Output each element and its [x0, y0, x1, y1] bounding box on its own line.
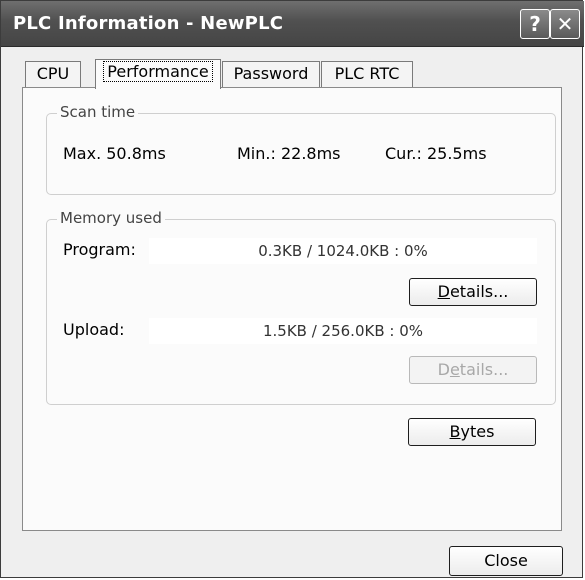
window-title: PLC Information - NewPLC [13, 13, 284, 34]
tab-password[interactable]: Password [222, 61, 320, 87]
tab-performance[interactable]: Performance [95, 59, 221, 89]
program-memory-value: 0.3KB / 1024.0KB : 0% [149, 238, 537, 264]
close-window-button[interactable]: ✕ [550, 9, 580, 39]
tab-cpu[interactable]: CPU [25, 61, 81, 87]
scan-cur-value: Cur.: 25.5ms [385, 144, 487, 163]
help-button[interactable]: ? [520, 9, 550, 39]
tab-label: Password [233, 64, 309, 83]
program-details-button[interactable]: Details... [409, 278, 537, 306]
bytes-button[interactable]: Bytes [408, 418, 536, 446]
plc-information-dialog: PLC Information - NewPLC ? ✕ CPU Perform… [0, 0, 584, 578]
memory-used-group: Memory used Program: 0.3KB / 1024.0KB : … [46, 209, 556, 405]
memory-used-label: Memory used [57, 209, 165, 227]
upload-label: Upload: [63, 320, 125, 339]
tab-label: Performance [103, 61, 213, 82]
button-label: ytes [460, 422, 495, 441]
mnemonic: D [437, 282, 450, 301]
button-label-pre: D [437, 360, 450, 379]
program-label: Program: [63, 240, 136, 259]
scan-time-label: Scan time [57, 103, 139, 121]
tab-plc-rtc[interactable]: PLC RTC [321, 61, 413, 87]
button-label: tails... [459, 360, 509, 379]
scan-min-value: Min.: 22.8ms [237, 144, 341, 163]
close-label: Close [484, 551, 528, 570]
mnemonic: e [449, 360, 460, 379]
button-label: etails... [449, 282, 509, 301]
performance-panel: Scan time Max. 50.8ms Min.: 22.8ms Cur.:… [22, 87, 562, 531]
mnemonic: B [449, 422, 461, 441]
upload-memory-value: 1.5KB / 256.0KB : 0% [149, 318, 537, 344]
upload-details-button[interactable]: Details... [409, 356, 537, 384]
title-bar[interactable]: PLC Information - NewPLC ? ✕ [1, 1, 584, 47]
scan-time-group: Scan time Max. 50.8ms Min.: 22.8ms Cur.:… [46, 103, 556, 195]
close-button[interactable]: Close [449, 546, 563, 576]
tab-strip: CPU Performance Password PLC RTC [21, 59, 561, 89]
scan-max-value: Max. 50.8ms [63, 144, 166, 163]
close-icon: ✕ [556, 12, 574, 36]
tab-label: PLC RTC [334, 64, 400, 83]
help-icon: ? [529, 12, 541, 36]
tab-label: CPU [36, 64, 70, 83]
